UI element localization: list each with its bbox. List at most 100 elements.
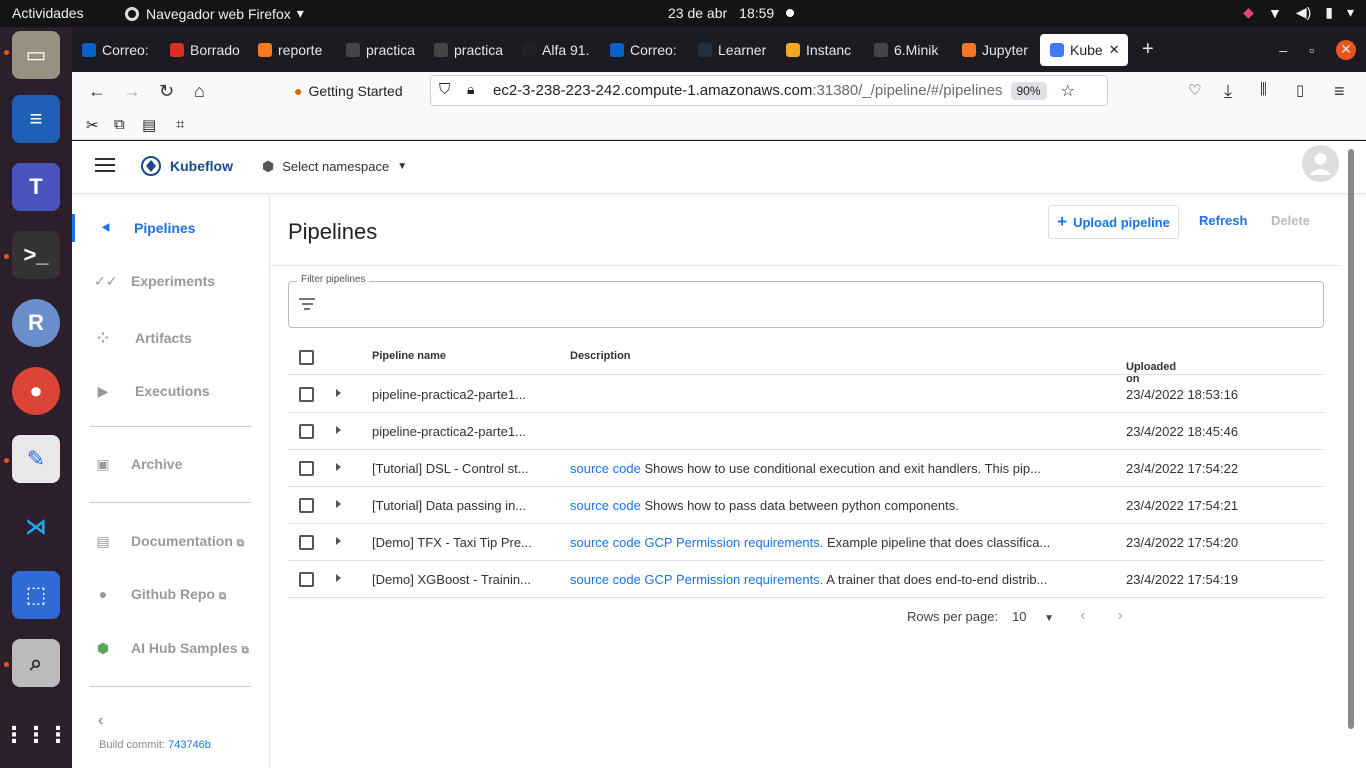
maximize-icon[interactable]: ▫ [1309,42,1314,58]
new-tab-icon[interactable]: + [1142,38,1154,61]
delete-button[interactable]: Delete [1271,213,1310,228]
upload-pipeline-button[interactable]: + Upload pipeline [1048,205,1179,239]
source-code-link[interactable]: source code [570,498,641,513]
avatar[interactable] [1302,145,1339,182]
pipeline-name[interactable]: pipeline-practica2-parte1... [372,424,526,439]
terminal-icon[interactable]: >_ [12,231,60,279]
tab-8[interactable]: Instanc [776,34,864,66]
row-checkbox[interactable] [299,387,314,402]
download-icon[interactable]: ⤓ [1224,81,1232,102]
tab-1[interactable]: Borrado [160,34,248,66]
tab-7[interactable]: Learner [688,34,776,66]
table-row[interactable]: [Tutorial] Data passing in... source code… [288,487,1324,524]
cut-icon[interactable]: ✂ [86,116,99,134]
back-icon[interactable]: ← [88,81,106,102]
zoom-badge[interactable]: 90% [1010,81,1047,100]
row-checkbox[interactable] [299,535,314,550]
sidebar-item-github[interactable]: ● Github Repo ⧉ [72,580,270,608]
row-checkbox[interactable] [299,572,314,587]
show-apps-icon[interactable]: ⋮⋮⋮ [3,711,69,759]
minimize-icon[interactable]: – [1279,42,1287,58]
collapse-icon[interactable]: ‹ [98,712,103,730]
tab-10[interactable]: Jupyter [952,34,1040,66]
source-code-link[interactable]: source code [570,461,641,476]
url-bar[interactable]: ⛉ 🔒︎ ec2-3-238-223-242.compute-1.amazona… [430,75,1108,106]
r-icon[interactable]: R [12,299,60,347]
close-tab-icon[interactable]: ✕ [1109,42,1120,58]
row-checkbox[interactable] [299,424,314,439]
tab-5[interactable]: Alfa 91. [512,34,600,66]
table-row[interactable]: pipeline-practica2-parte1... 23/4/2022 18… [288,376,1324,413]
teams-icon[interactable]: T [12,163,60,211]
source-code-link[interactable]: source code GCP Permission requirements. [570,572,823,587]
rows-per-page-select[interactable]: 10 ▼ [1012,609,1054,624]
copy-icon[interactable]: ⧉ [114,116,125,133]
magnifier-icon[interactable]: ⌕ [12,639,60,687]
tab-6[interactable]: Correo: [600,34,688,66]
build-commit-link[interactable]: 743746b [168,739,211,751]
sidebar-item-ai-hub[interactable]: ⬢ AI Hub Samples ⧉ [72,634,270,662]
tab-11[interactable]: Kube ✕ [1040,33,1128,66]
home-icon[interactable]: ⌂ [194,81,205,102]
tab-9[interactable]: 6.Minik [864,34,952,66]
row-checkbox[interactable] [299,461,314,476]
system-tray[interactable]: ◆ ▼ ◀) ▮ ▾ [1243,4,1354,21]
next-page-icon[interactable]: › [1117,607,1122,625]
expand-icon[interactable] [336,574,341,582]
refresh-button[interactable]: Refresh [1199,213,1247,228]
page-scrollbar[interactable] [1348,149,1354,729]
pipeline-name[interactable]: pipeline-practica2-parte1... [372,387,526,402]
paste-icon[interactable]: ▤ [142,116,156,134]
sidebar-item-archive[interactable]: ▣ Archive [72,450,270,478]
tab-0[interactable]: Correo: [72,34,160,66]
reload-icon[interactable]: ↻ [159,81,174,102]
sidebar-item-pipelines[interactable]: ⯇ Pipelines [72,214,270,242]
hamburger-menu-icon[interactable] [95,158,115,172]
kubeflow-logo[interactable]: Kubeflow [140,155,233,177]
table-row[interactable]: [Tutorial] DSL - Control st... source cod… [288,450,1324,487]
pocket-icon[interactable]: ♡ [1188,81,1201,99]
filter-input[interactable]: Filter pipelines [288,274,1324,328]
pipeline-name[interactable]: [Demo] TFX - Taxi Tip Pre... [372,535,532,550]
tab-4[interactable]: practica [424,34,512,66]
menu-icon[interactable]: ≡ [1334,81,1345,102]
sidebar-item-artifacts[interactable]: ⁘ Artifacts [72,324,270,352]
text-editor-icon[interactable]: ✎ [12,435,60,483]
clock[interactable]: 23 de abr 18:59 [668,5,795,21]
namespace-selector[interactable]: ⬢ Select namespace ▼ [262,158,407,175]
tab-2[interactable]: reporte [248,34,336,66]
close-window-icon[interactable]: ✕ [1336,39,1356,60]
sidebar-item-experiments[interactable]: ✓✓ Experiments [72,267,270,295]
expand-icon[interactable] [336,537,341,545]
screenshot-icon[interactable]: ⬚ [12,571,60,619]
prev-page-icon[interactable]: ‹ [1080,607,1085,625]
library-icon[interactable]: ⫼ [1260,81,1267,98]
expand-icon[interactable] [336,463,341,471]
writer-icon[interactable]: ≡ [12,95,60,143]
bookmark-getting-started[interactable]: ● Getting Started [294,83,403,99]
forward-icon[interactable]: → [123,81,141,102]
chrome-icon[interactable]: ● [12,367,60,415]
select-all-checkbox[interactable] [299,350,314,365]
sidebar-icon[interactable]: ▯ [1296,81,1304,99]
source-code-link[interactable]: source code GCP Permission requirements. [570,535,823,550]
star-icon[interactable]: ☆ [1061,81,1075,101]
screenshot-tool-icon[interactable]: ⌗ [176,116,184,133]
vscode-icon[interactable]: ⋊ [12,503,60,551]
expand-icon[interactable] [336,389,341,397]
row-checkbox[interactable] [299,498,314,513]
pipeline-name[interactable]: [Demo] XGBoost - Trainin... [372,572,531,587]
table-row[interactable]: pipeline-practica2-parte1... 23/4/2022 18… [288,413,1324,450]
column-header-name[interactable]: Pipeline name [372,350,446,362]
files-icon[interactable]: ▭ [12,31,60,79]
pipeline-name[interactable]: [Tutorial] DSL - Control st... [372,461,529,476]
sidebar-item-executions[interactable]: ▶ Executions [72,377,270,405]
table-row[interactable]: [Demo] XGBoost - Trainin... source code G… [288,561,1324,598]
expand-icon[interactable] [336,426,341,434]
app-menu[interactable]: Navegador web Firefox ▾ [124,5,304,22]
pipeline-name[interactable]: [Tutorial] Data passing in... [372,498,526,513]
tab-3[interactable]: practica [336,34,424,66]
activities-button[interactable]: Actividades [12,5,84,21]
expand-icon[interactable] [336,500,341,508]
sidebar-item-documentation[interactable]: ▤ Documentation ⧉ [72,527,270,555]
